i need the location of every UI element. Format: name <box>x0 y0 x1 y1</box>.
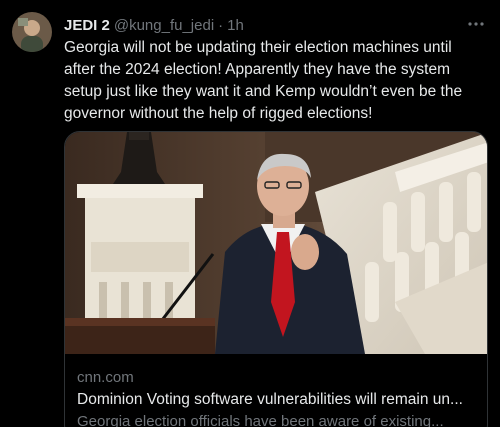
more-horizontal-icon <box>468 22 484 26</box>
more-options-button[interactable] <box>464 12 488 36</box>
separator-dot: · <box>218 16 224 34</box>
user-handle[interactable]: @kung_fu_jedi <box>114 17 214 34</box>
avatar[interactable] <box>12 12 52 52</box>
tweet-text: Georgia will not be updating their elect… <box>64 39 463 122</box>
card-image <box>65 132 487 354</box>
timestamp[interactable]: 1h <box>227 17 244 34</box>
card-title[interactable]: Dominion Voting software vulnerabilities… <box>77 391 481 409</box>
card-description: Georgia election officials have been awa… <box>77 413 444 427</box>
link-card[interactable]: cnn.com Dominion Voting software vulnera… <box>64 131 488 427</box>
display-name[interactable]: JEDI 2 <box>64 17 110 34</box>
tweet-header: JEDI 2 @kung_fu_jedi · 1h <box>64 14 488 36</box>
card-domain: cnn.com <box>77 369 134 386</box>
tweet[interactable]: JEDI 2 @kung_fu_jedi · 1h Georgia will n… <box>0 0 500 427</box>
